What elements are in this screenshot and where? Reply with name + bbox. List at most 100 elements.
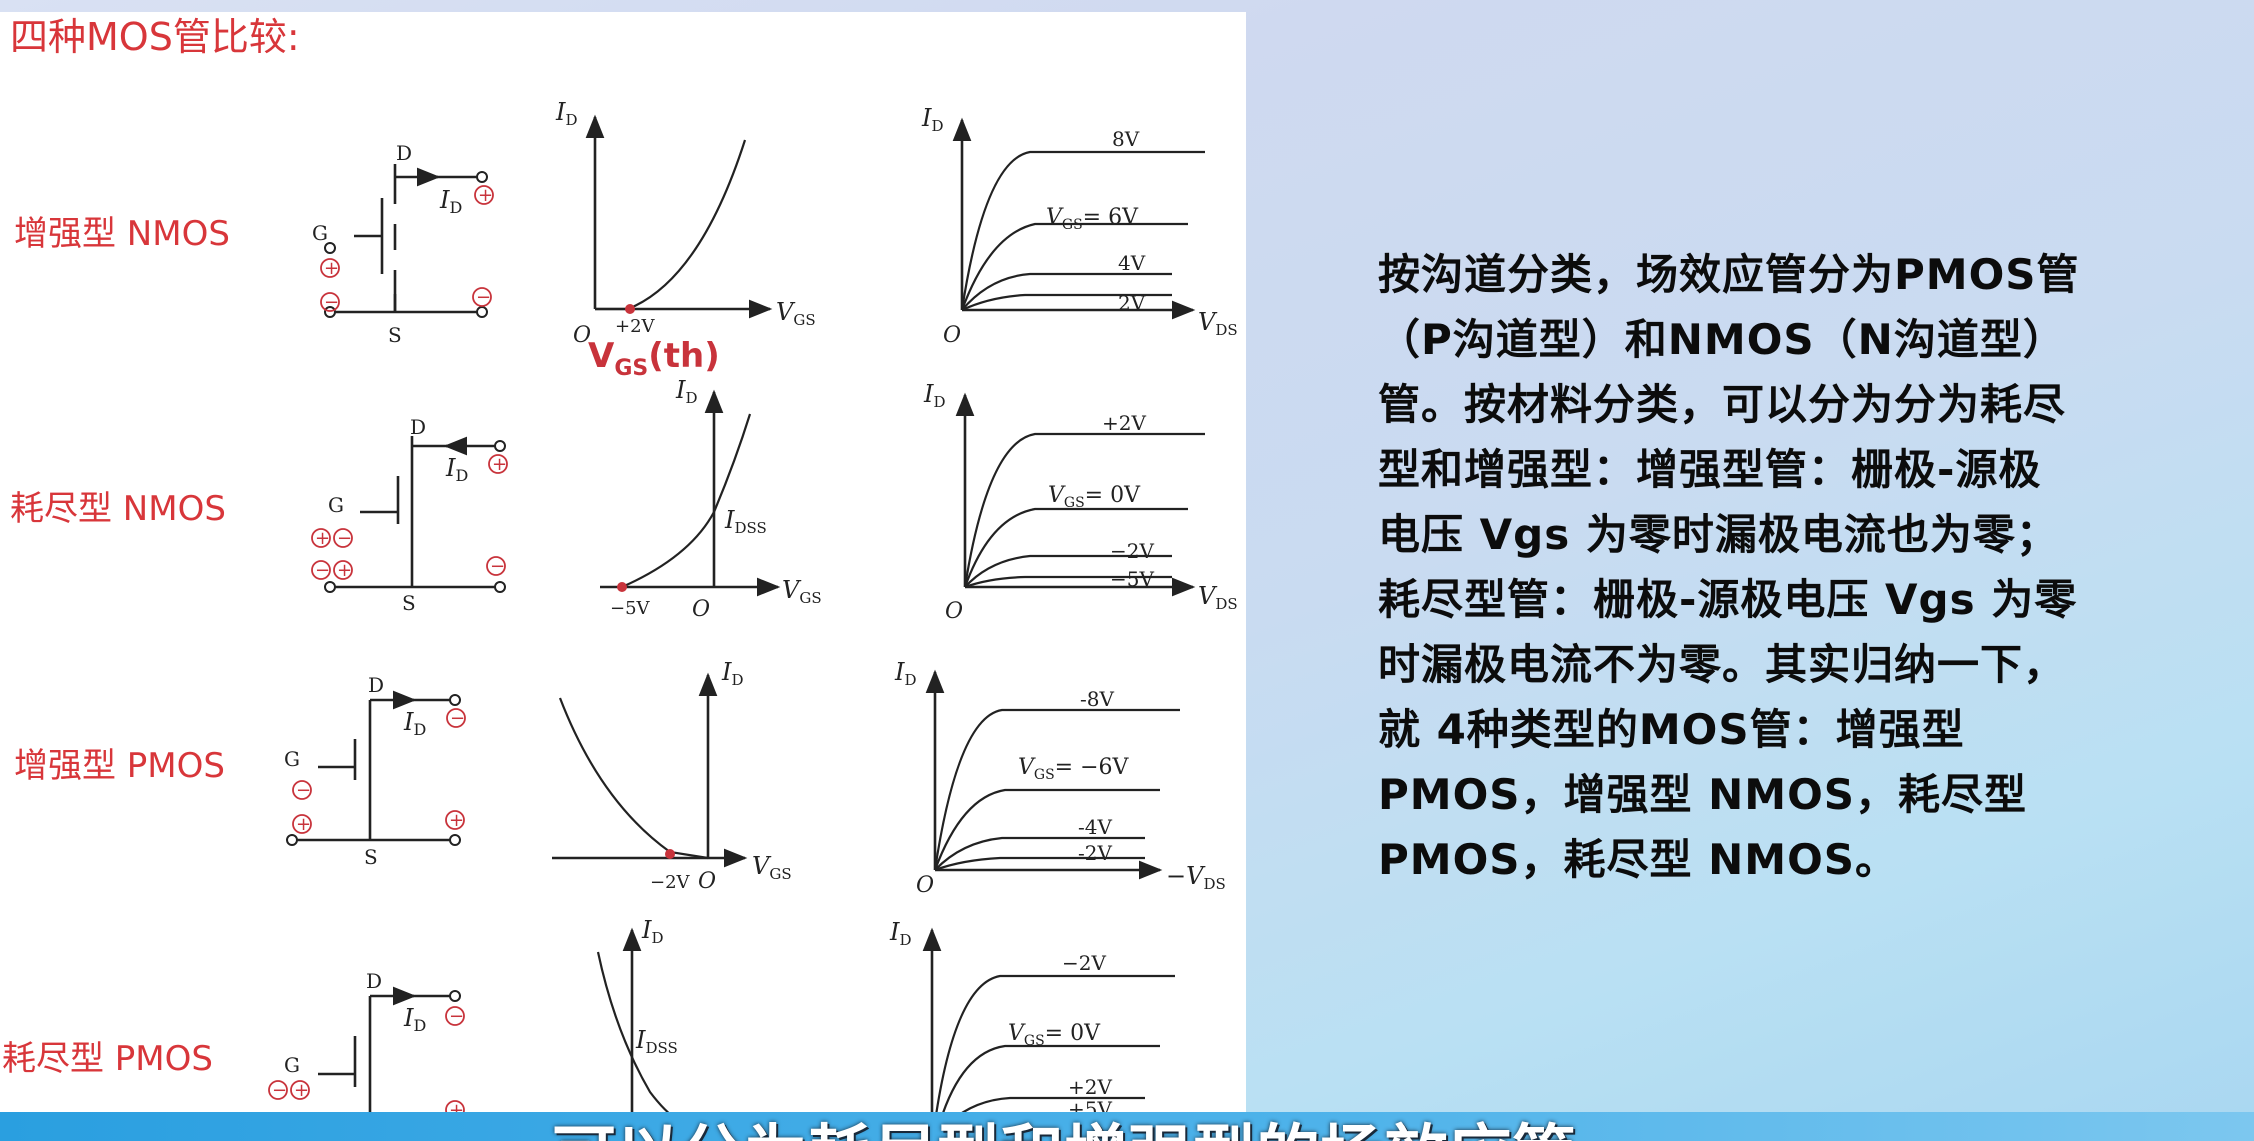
svg-text:G: G: [284, 1053, 300, 1077]
svg-text:VDS: VDS: [1198, 308, 1238, 339]
svg-text:VGS= −6V: VGS= −6V: [1018, 755, 1130, 783]
svg-text:S: S: [364, 845, 378, 869]
output-curve-dep-nmos: ID VDS O +2V VGS= 0V −2V −5V: [923, 380, 1238, 624]
svg-text:4V: 4V: [1118, 251, 1146, 275]
svg-text:+: +: [337, 560, 352, 581]
svg-text:O: O: [943, 323, 961, 348]
circuit-dep-nmos: D G S ID + + − − + −: [311, 415, 508, 615]
svg-text:−: −: [337, 528, 352, 549]
description-line: 时漏极电流不为零。其实归纳一下，: [1378, 640, 2067, 689]
description-line: 电压 Vgs 为零时漏极电流也为零；: [1378, 510, 2059, 559]
svg-text:ID: ID: [439, 186, 462, 217]
svg-text:−5V: −5V: [610, 598, 651, 619]
svg-text:IDSS: IDSS: [635, 1026, 678, 1057]
svg-text:VGS= 6V: VGS= 6V: [1046, 205, 1139, 233]
svg-text:VGS(th): VGS(th): [588, 336, 720, 381]
svg-text:ID: ID: [403, 1004, 426, 1035]
description-line: 管。按材料分类，可以分为分为耗尽: [1378, 380, 2067, 429]
svg-text:−: −: [324, 292, 339, 313]
svg-text:−VDS: −VDS: [1166, 862, 1226, 893]
description-text: 按沟道分类，场效应管分为PMOS管 （P沟道型）和NMOS（N沟道型） 管。按材…: [1378, 242, 2238, 892]
svg-text:O: O: [698, 869, 716, 894]
svg-text:−: −: [476, 287, 491, 308]
svg-text:VGS: VGS: [776, 298, 816, 329]
svg-text:2V: 2V: [1118, 291, 1146, 315]
description-line: 型和增强型：增强型管：栅极-源极: [1378, 445, 2042, 494]
subtitle-caption: 可以分为耗尽型和增强型的场效应管: [552, 1112, 1576, 1141]
svg-text:+: +: [449, 810, 464, 831]
transfer-curve-enh-pmos: ID VGS O −2V: [552, 658, 792, 894]
description-line: 就 4种类型的MOS管：增强型: [1378, 705, 1965, 754]
svg-text:ID: ID: [555, 98, 578, 129]
svg-text:+2V: +2V: [615, 316, 656, 337]
description-line: 耗尽型管：栅极-源极电压 Vgs 为零: [1378, 575, 2078, 624]
svg-text:G: G: [328, 493, 344, 517]
svg-text:S: S: [402, 591, 416, 615]
svg-text:+: +: [294, 1080, 309, 1101]
output-curve-enh-nmos: ID VDS O 8V VGS= 6V 4V 2V: [921, 104, 1238, 348]
svg-text:+: +: [492, 454, 507, 475]
svg-text:8V: 8V: [1112, 127, 1140, 151]
svg-text:-8V: -8V: [1080, 687, 1114, 711]
svg-text:ID: ID: [721, 658, 744, 689]
svg-text:G: G: [312, 221, 328, 245]
svg-text:ID: ID: [445, 454, 468, 485]
svg-text:O: O: [692, 597, 710, 622]
svg-text:ID: ID: [921, 104, 944, 135]
row-label-enh-nmos: 增强型 NMOS: [14, 214, 230, 254]
svg-text:+2V: +2V: [1102, 411, 1146, 435]
row-label-dep-pmos: 耗尽型 PMOS: [2, 1039, 213, 1079]
svg-text:D: D: [368, 673, 384, 697]
svg-text:-2V: -2V: [1078, 841, 1112, 865]
svg-text:ID: ID: [675, 376, 698, 407]
svg-text:+: +: [296, 814, 311, 835]
svg-text:−2V: −2V: [1062, 951, 1106, 975]
row-label-enh-pmos: 增强型 PMOS: [14, 746, 225, 786]
svg-text:S: S: [388, 323, 402, 347]
subtitle-bar: 可以分为耗尽型和增强型的场效应管: [0, 1112, 2254, 1141]
svg-text:−: −: [450, 708, 465, 729]
description-line: PMOS，增强型 NMOS，耗尽型: [1378, 770, 2028, 819]
circuit-dep-pmos: D G ID − − + +: [268, 969, 465, 1122]
svg-text:−: −: [449, 1006, 464, 1027]
svg-text:VGS= 0V: VGS= 0V: [1008, 1021, 1101, 1049]
svg-text:O: O: [916, 873, 934, 898]
svg-text:+: +: [315, 528, 330, 549]
svg-text:D: D: [366, 969, 382, 993]
svg-text:ID: ID: [889, 918, 912, 949]
svg-text:D: D: [396, 141, 412, 165]
svg-text:VGS: VGS: [752, 852, 792, 883]
svg-text:+2V: +2V: [1068, 1075, 1112, 1099]
svg-text:ID: ID: [403, 708, 426, 739]
svg-text:+: +: [478, 185, 493, 206]
row-label-dep-nmos: 耗尽型 NMOS: [10, 489, 226, 529]
output-curve-enh-pmos: ID −VDS O -8V VGS= −6V -4V -2V: [894, 658, 1226, 898]
circuit-enh-nmos: D G S ID + + − −: [312, 141, 494, 347]
description-line: （P沟道型）和NMOS（N沟道型）: [1378, 315, 2066, 364]
svg-text:−: −: [296, 780, 311, 801]
svg-text:VDS: VDS: [1198, 582, 1238, 613]
svg-text:−2V: −2V: [650, 872, 691, 893]
svg-text:−: −: [315, 560, 330, 581]
svg-text:−5V: −5V: [1110, 567, 1154, 591]
circuit-enh-pmos: D G S ID − − + +: [284, 673, 466, 869]
svg-text:IDSS: IDSS: [724, 506, 767, 537]
svg-text:D: D: [410, 415, 426, 439]
svg-text:−2V: −2V: [1110, 539, 1154, 563]
svg-text:ID: ID: [641, 916, 664, 947]
figure-title: 四种MOS管比较:: [10, 15, 300, 59]
svg-text:-4V: -4V: [1078, 815, 1112, 839]
svg-text:O: O: [945, 599, 963, 624]
svg-text:ID: ID: [923, 380, 946, 411]
transfer-curve-dep-nmos: ID VGS O −5V IDSS: [600, 376, 822, 622]
svg-text:G: G: [284, 747, 300, 771]
svg-text:−: −: [272, 1080, 287, 1101]
svg-text:VGS= 0V: VGS= 0V: [1048, 483, 1141, 511]
mos-comparison-figure: 四种MOS管比较: 增强型 NMOS 耗尽型 NMOS 增强型 PMOS 耗尽型…: [0, 12, 1246, 1122]
output-curve-dep-pmos: ID −2V VGS= 0V +2V +5V: [889, 918, 1175, 1122]
description-line: 按沟道分类，场效应管分为PMOS管: [1378, 250, 2080, 299]
transfer-curve-enh-nmos: ID VGS O +2V VGS(th): [555, 98, 816, 381]
transfer-curve-dep-pmos: ID IDSS: [596, 916, 681, 1122]
svg-text:−: −: [490, 556, 505, 577]
svg-text:VGS: VGS: [782, 576, 822, 607]
